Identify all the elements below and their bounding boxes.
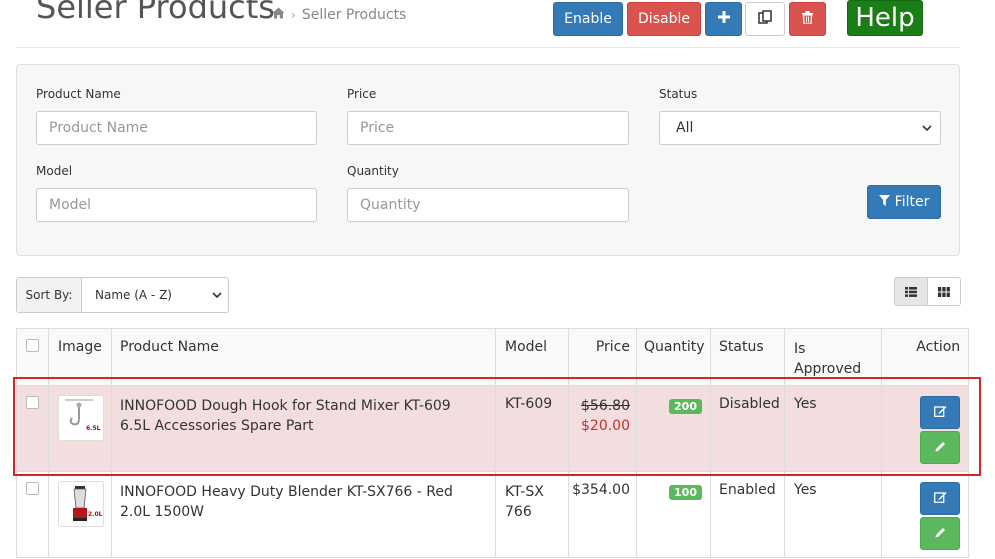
product-thumbnail[interactable]: 2.0L [58,481,104,527]
sort-select[interactable]: Name (A - Z) [82,278,228,312]
copy-button[interactable] [745,2,785,36]
price-input[interactable] [347,111,629,145]
chevron-down-icon [922,120,932,136]
home-icon[interactable] [272,7,285,23]
breadcrumb-item[interactable]: Seller Products [302,7,407,23]
list-icon [905,282,917,301]
price-cell: $354.00 [568,471,637,558]
model-value: KT-SX766 [505,484,544,520]
add-product-button[interactable] [705,2,742,36]
sort-select-value: Name (A - Z) [95,288,172,302]
select-all-checkbox[interactable] [26,339,39,352]
breadcrumb: › Seller Products [272,7,406,23]
quantity-badge: 100 [669,485,702,500]
trash-icon [802,10,813,28]
enable-button[interactable]: Enable [553,2,623,36]
model-cell: KT-SX766 [495,471,569,558]
filter-button-label: Filter [894,194,930,210]
status-select-value: All [676,120,694,136]
chevron-down-icon [212,288,222,302]
blender-image [73,486,87,521]
sort-control[interactable]: Sort By: Name (A - Z) [16,277,229,313]
action-cell [881,471,970,558]
edit-icon [933,491,947,507]
plus-icon [717,11,730,27]
quick-edit-button[interactable] [920,517,961,550]
quantity-input[interactable] [347,188,629,222]
product-name-label: Product Name [36,87,121,101]
thumbnail-label: 2.0L [88,511,103,518]
filter-panel [16,64,960,256]
quantity-cell: 100 [636,471,711,558]
grid-icon [938,282,950,301]
quantity-label: Quantity [347,164,399,178]
disable-button[interactable]: Disable [627,2,701,36]
edit-product-button[interactable] [920,482,961,515]
product-name-cell: INNOFOOD Heavy Duty Blender KT-SX766 - R… [111,471,496,558]
product-name-input[interactable] [36,111,317,145]
funnel-icon [878,194,890,210]
header-divider [16,47,960,48]
filter-button[interactable]: Filter [867,185,941,219]
sort-label: Sort By: [17,278,82,312]
row-checkbox[interactable] [26,482,39,495]
model-label: Model [36,164,73,178]
help-button[interactable]: Help [847,0,923,36]
status-label: Status [659,87,698,101]
approved-cell: Yes [783,471,883,558]
page-title: Seller Products [36,0,275,26]
grid-view-button[interactable] [927,277,961,306]
delete-button[interactable] [789,2,826,36]
status-select[interactable]: All [659,111,941,145]
price-label: Price [347,87,377,101]
copy-icon [758,10,772,28]
model-input[interactable] [36,188,317,222]
row-highlight-box [13,377,981,476]
breadcrumb-separator: › [291,8,296,22]
list-view-button[interactable] [894,277,928,306]
status-cell: Enabled [710,471,785,558]
pencil-icon [935,526,946,542]
table-row[interactable]: 2.0L INNOFOOD Heavy Duty Blender KT-SX76… [16,471,970,558]
